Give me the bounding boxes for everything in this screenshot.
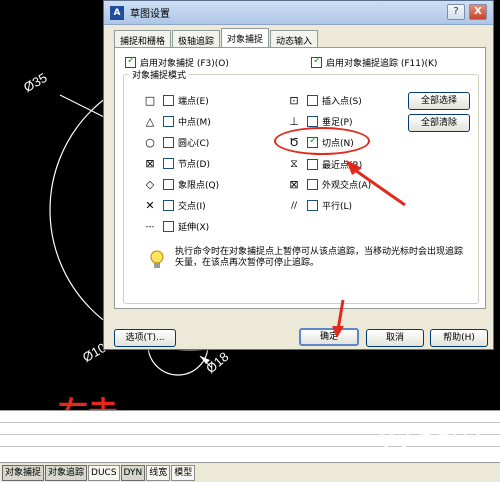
play-logo-icon: ▶ <box>381 423 410 451</box>
watermark-url: ZIXUE.3D66.COM <box>415 446 490 454</box>
watermark-name: 溜溜自学 <box>415 425 488 445</box>
status-bar: 对象捕捉 对象追踪 DUCS DYN 线宽 模型 <box>0 462 500 482</box>
status-object-snap[interactable]: 对象捕捉 <box>2 464 45 481</box>
status-ducs[interactable]: DUCS <box>88 464 120 481</box>
tab-object-snap[interactable]: 对象捕捉 <box>221 28 270 47</box>
status-model[interactable]: 模型 <box>171 464 196 481</box>
status-object-tracking[interactable]: 对象追踪 <box>45 464 88 481</box>
watermark: ▶ 溜溜自学 ZIXUE.3D66.COM <box>381 420 490 454</box>
status-lineweight[interactable]: 线宽 <box>146 464 171 481</box>
status-dyn[interactable]: DYN <box>120 464 146 481</box>
